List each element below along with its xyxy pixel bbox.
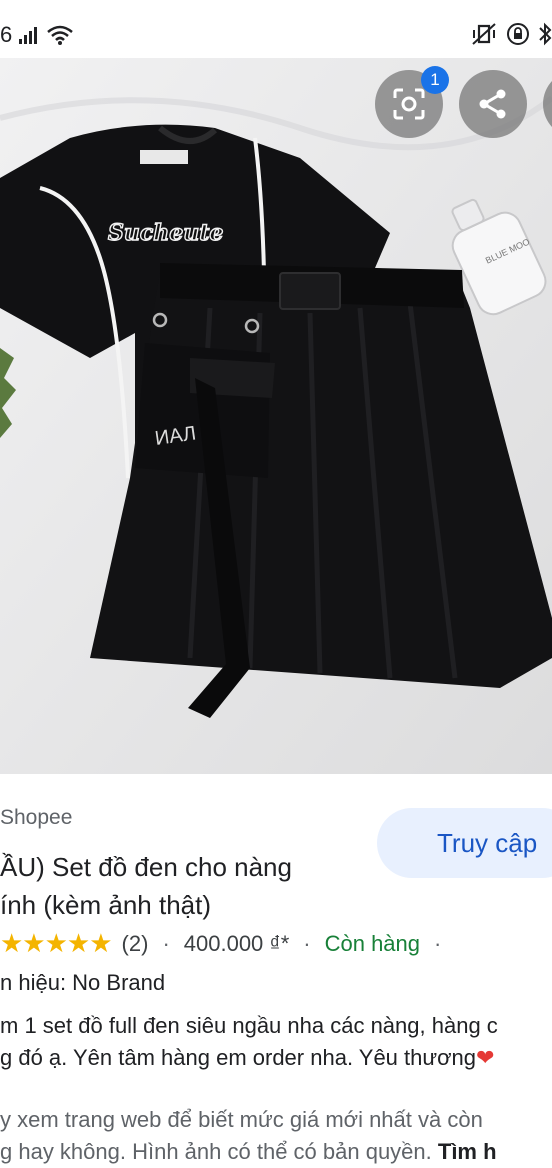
note-text: g hay không. Hình ảnh có thể có bản quyề… xyxy=(0,1139,438,1164)
share-button[interactable] xyxy=(459,70,527,138)
vibrate-icon xyxy=(472,23,496,45)
title-line-2: ính (kèm ảnh thật) xyxy=(0,890,211,920)
bluetooth-icon xyxy=(539,22,552,46)
rating-stars: ★★★★★ xyxy=(0,928,113,958)
description: m 1 set đồ full đen siêu ngầu nha các nà… xyxy=(0,1010,552,1074)
note-line-2: g hay không. Hình ảnh có thể có bản quyề… xyxy=(0,1136,552,1168)
lock-rotation-icon xyxy=(507,23,529,45)
learn-more-link[interactable]: Tìm h xyxy=(438,1139,497,1164)
result-source[interactable]: Shopee xyxy=(0,806,72,830)
product-image[interactable]: BLUE MOO Sucheute ИАЛ 1 xyxy=(0,58,552,774)
lens-badge: 1 xyxy=(421,66,449,94)
status-right xyxy=(470,22,552,46)
price-note: y xem trang web để biết mức giá mới nhất… xyxy=(0,1104,552,1168)
share-icon xyxy=(479,89,506,119)
price: 400.000 ₫* xyxy=(183,930,290,956)
heart-icon: ❤ xyxy=(476,1045,495,1070)
wifi-icon xyxy=(47,25,74,45)
result-meta: ★★★★★ (2) · 400.000 ₫* · Còn hàng · xyxy=(0,928,455,959)
description-text: g đó ạ. Yên tâm hàng em order nha. Yêu t… xyxy=(0,1045,476,1070)
description-line-2: g đó ạ. Yên tâm hàng em order nha. Yêu t… xyxy=(0,1042,552,1074)
status-time: 6 xyxy=(0,22,13,47)
title-line-1: ẦU) Set đồ đen cho nàng xyxy=(0,852,292,882)
brand-line: n hiệu: No Brand xyxy=(0,970,166,995)
product-photo-scene: BLUE MOO Sucheute ИАЛ xyxy=(0,58,552,774)
description-line-1: m 1 set đồ full đen siêu ngầu nha các nà… xyxy=(0,1013,498,1038)
shirt-print: Sucheute xyxy=(108,220,223,246)
stock-status: Còn hàng xyxy=(324,930,421,956)
lens-icon xyxy=(393,88,425,120)
status-left: 6 xyxy=(0,22,74,48)
result-title[interactable]: ẦU) Set đồ đen cho nàng ính (kèm ảnh thậ… xyxy=(0,848,360,924)
rating-count: (2) xyxy=(121,930,149,956)
meta-separator: · xyxy=(162,930,170,956)
note-line-1: y xem trang web để biết mức giá mới nhất… xyxy=(0,1107,483,1132)
meta-separator: · xyxy=(434,930,442,956)
status-bar: 6 xyxy=(0,0,552,58)
visit-button[interactable]: Truy cập xyxy=(377,808,552,878)
meta-separator: · xyxy=(303,930,311,956)
signal-icon xyxy=(19,27,38,44)
